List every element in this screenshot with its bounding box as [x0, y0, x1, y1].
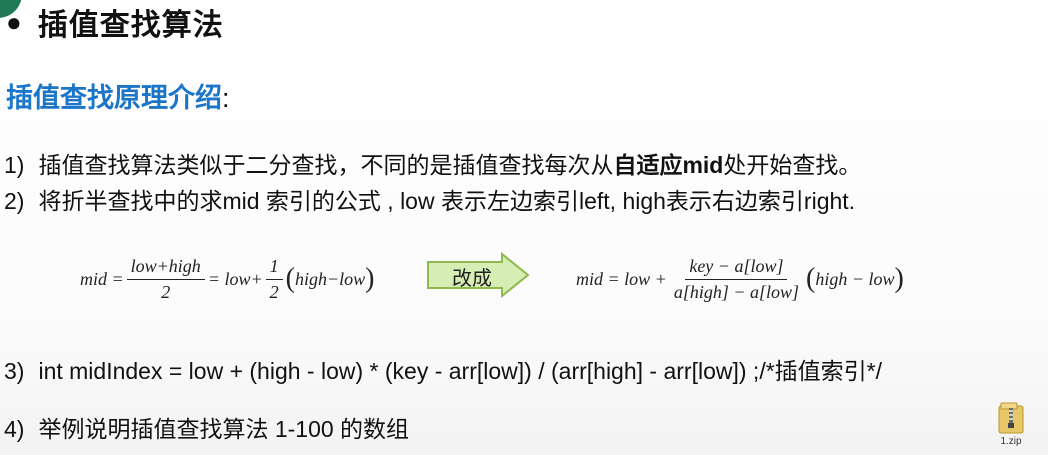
line-4: 4) 举例说明插值查找算法 1-100 的数组	[4, 410, 409, 444]
formula-left-mid: mid =	[80, 268, 124, 289]
line-3-text: int midIndex = low + (high - low) * (key…	[38, 358, 882, 384]
line-1-text-b: 处开始查找。	[723, 152, 862, 178]
line-2-text: 将折半查找中的求mid 索引的公式 , low 表示左边索引left, high…	[38, 188, 856, 214]
page-title: 插值查找算法	[37, 9, 224, 42]
fraction-denominator: a[high] − a[low]	[673, 281, 799, 302]
formula-right-paren-expr: high − low	[815, 268, 895, 289]
section-subtitle: 插值查找原理介绍:	[6, 76, 230, 115]
formula-left-fraction-1: low+high 2	[126, 256, 205, 303]
paren-open: (	[285, 263, 295, 294]
fraction-2-numerator: 1	[265, 256, 283, 280]
title-row: ● 插值查找算法	[6, 2, 224, 42]
line-1-text-a: 插值查找算法类似于二分查找，不同的是插值查找每次从	[38, 152, 614, 178]
formula-left-low-plus: = low+	[207, 268, 263, 289]
paren-close: )	[365, 263, 375, 294]
zip-file-item[interactable]: 1.zip	[996, 402, 1026, 447]
arrow-label: 改成	[452, 266, 492, 290]
line-1: 1) 插值查找算法类似于二分查找，不同的是插值查找每次从自适应mid处开始查找。	[4, 146, 861, 180]
fraction-2-denominator: 2	[269, 281, 279, 302]
line-1-number: 1)	[4, 152, 25, 178]
formula-left-paren-expr: high−low	[294, 268, 366, 289]
fraction-1-denominator: 2	[161, 281, 171, 302]
formula-interpolation-mid: mid = low + key − a[low] a[high] − a[low…	[576, 244, 904, 314]
fraction-numerator: key − a[low]	[685, 256, 788, 280]
formula-right-mid: mid = low +	[576, 268, 667, 289]
formula-right-fraction: key − a[low] a[high] − a[low]	[670, 256, 803, 303]
formula-binary-mid: mid = low+high 2 = low+ 1 2 (high−low)	[80, 244, 374, 314]
formula-left-fraction-2: 1 2	[265, 256, 283, 303]
line-4-text: 举例说明插值查找算法 1-100 的数组	[38, 416, 410, 442]
fraction-1-numerator: low+high	[126, 256, 205, 280]
zip-file-label[interactable]: 1.zip	[1000, 436, 1021, 447]
title-bullet: ●	[6, 7, 22, 37]
paren-open: (	[806, 263, 816, 294]
line-4-number: 4)	[4, 416, 25, 442]
line-1-text-bold: 自适应mid	[613, 152, 724, 178]
zip-folder-icon[interactable]	[998, 402, 1024, 434]
line-3-number: 3)	[4, 358, 25, 384]
line-3: 3) int midIndex = low + (high - low) * (k…	[4, 352, 882, 386]
paren-close: )	[894, 263, 904, 294]
subtitle-text: 插值查找原理介绍	[6, 83, 222, 113]
subtitle-colon: :	[222, 83, 230, 113]
line-2: 2) 将折半查找中的求mid 索引的公式 , low 表示左边索引left, hi…	[4, 182, 855, 216]
line-2-number: 2)	[4, 188, 25, 214]
